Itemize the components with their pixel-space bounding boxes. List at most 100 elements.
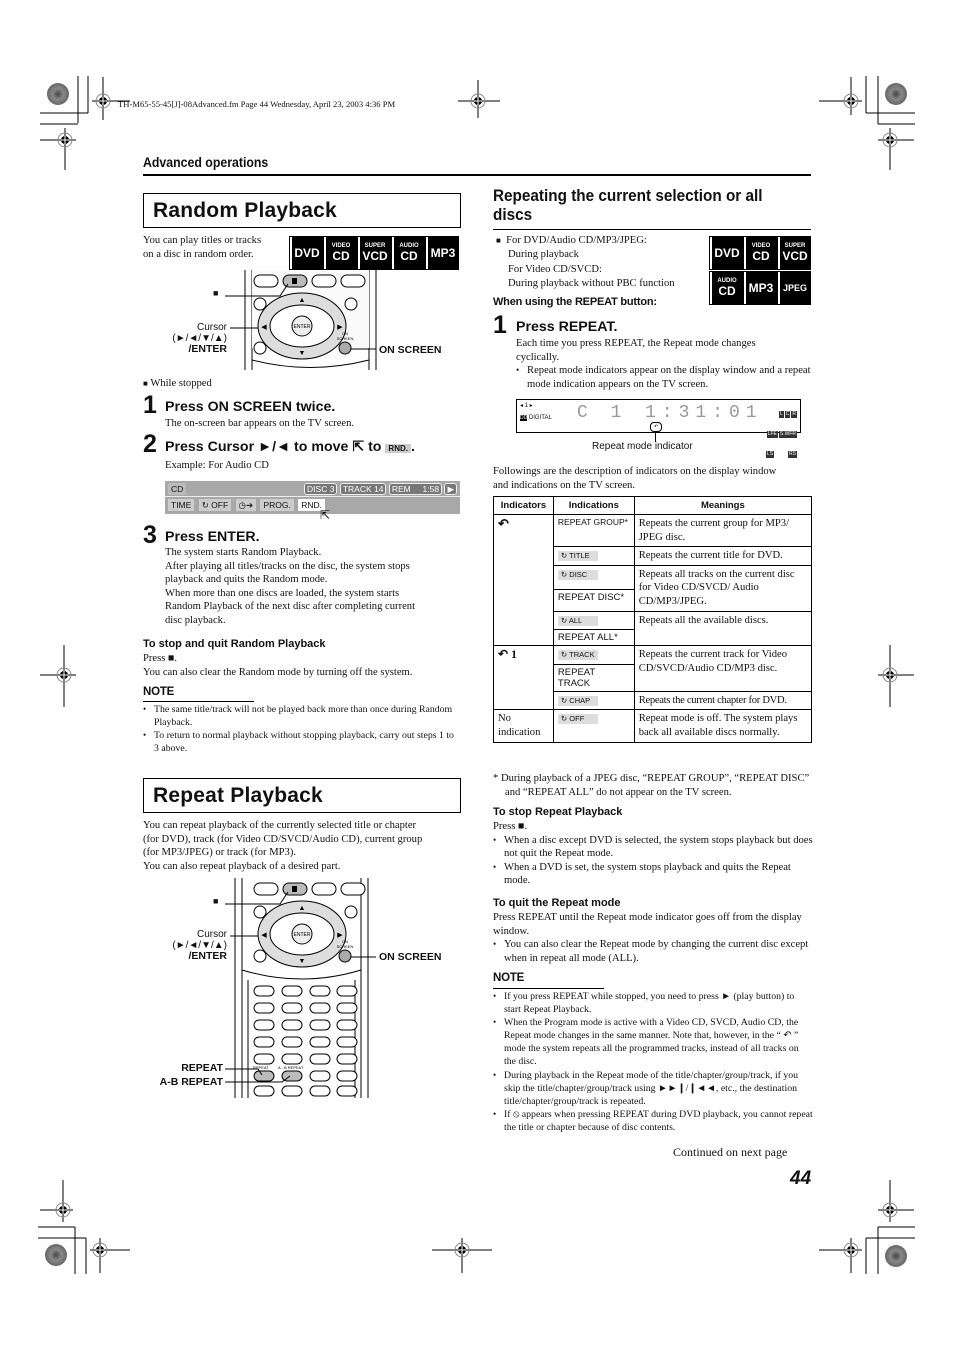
- remote-button: [340, 274, 366, 288]
- indication-cell: ↻ CHAP: [552, 690, 635, 711]
- cursor-pointer-icon: ⇱: [352, 438, 365, 454]
- display-window: ◂ 1 ▸ DD DIGITAL C 1 1:31:01 LCR LFE S.WF…: [516, 399, 801, 458]
- quit-body: Press REPEAT until the Repeat mode indic…: [493, 911, 813, 965]
- indicator-cell: No indication: [493, 709, 554, 743]
- badge-video-cd: VIDEO CD: [743, 236, 777, 270]
- on-screen-callout: ON SCREEN: [379, 344, 442, 356]
- meaning-cell: Repeats the current group for MP3/ JPEG …: [633, 513, 813, 548]
- step-body: The on-screen bar appears on the TV scre…: [165, 418, 355, 429]
- step-number: 2: [143, 430, 157, 458]
- display-group-indicator: ◂ 1 ▸: [520, 403, 533, 409]
- badge-jpeg: JPEG: [777, 271, 811, 305]
- step-body: Each time you press REPEAT, the Repeat m…: [516, 337, 811, 391]
- bullet-item: When a disc except DVD is selected, the …: [493, 834, 813, 861]
- osd-repeat-cell: ↻ OFF: [198, 499, 232, 511]
- repeat-callout: REPEAT: [181, 1062, 223, 1074]
- table-intro: Followings are the description of indica…: [493, 466, 777, 491]
- step-heading: Press ON SCREEN twice.: [165, 399, 336, 415]
- repeat-mode-indicator-icon: ↶: [650, 422, 662, 432]
- when-using-heading: When using the REPEAT button:: [493, 296, 657, 308]
- osd-track: TRACK 14: [339, 483, 387, 495]
- svg-text:◀: ◀: [261, 323, 267, 331]
- indicator-cell: ↶: [493, 513, 554, 647]
- svg-text:▲: ▲: [299, 904, 306, 912]
- on-screen-bar: CD DISC 3 TRACK 14 REM 1:58 ▶ TIME ↻ OFF…: [165, 481, 460, 514]
- indication-cell: ↻ OFF: [552, 709, 635, 743]
- halftone-mark: [45, 1244, 67, 1266]
- repeat-modes-table: Indicators Indications Meanings ↶ REPEAT…: [493, 496, 813, 743]
- note-item: The same title/track will not be played …: [143, 703, 458, 729]
- cursor-callout: Cursor (►/◄/▼/▲) /ENTER: [172, 929, 227, 962]
- random-title-box: Random Playback: [143, 193, 461, 228]
- table-footnote: * During playback of a JPEG disc, “REPEA…: [493, 773, 810, 798]
- ab-repeat-callout: A-B REPEAT: [159, 1076, 223, 1088]
- indication-cell: ↻ TITLE: [552, 546, 635, 566]
- column-header: Meanings: [633, 496, 813, 515]
- note-item: During playback in the Repeat mode of th…: [493, 1069, 813, 1108]
- badge-mp3: MP3: [743, 271, 777, 305]
- osd-prog-cell: PROG.: [260, 499, 294, 511]
- badge-super-vcd: SUPER VCD: [777, 236, 811, 270]
- column-header: Indications: [552, 496, 635, 515]
- svg-text:▲: ▲: [299, 296, 306, 304]
- stop-callout: ■: [213, 896, 219, 906]
- halftone-mark: [47, 83, 69, 105]
- page-number: 44: [790, 1168, 812, 1189]
- meaning-cell: Repeats all tracks on the current disc f…: [633, 564, 813, 612]
- step-body: The system starts Random Playback. After…: [165, 547, 416, 626]
- badge-mp3: MP3: [425, 236, 459, 270]
- meaning-cell: Repeats the current chapter for DVD.: [633, 690, 813, 711]
- note-item: To return to normal playback without sto…: [143, 729, 458, 755]
- stop-callout: ■: [213, 288, 219, 298]
- random-intro: You can play titles or tracks on a disc …: [143, 235, 262, 260]
- indication-cell: ↻ TRACK: [552, 645, 635, 665]
- osd-source: CD: [168, 483, 187, 495]
- note-item: If ⦸ appears when pressing REPEAT during…: [493, 1108, 813, 1134]
- indication-cell: REPEAT GROUP*: [552, 513, 635, 548]
- step-number: 1: [143, 391, 157, 419]
- meaning-cell: Repeats all the available discs.: [633, 610, 813, 647]
- indication-cell: REPEAT TRACK: [552, 663, 635, 692]
- step-heading: Press ENTER.: [165, 529, 260, 545]
- bullet-item: You can also clear the Repeat mode by ch…: [493, 938, 813, 965]
- title-rule: [493, 229, 811, 230]
- note-item: If you press REPEAT while stopped, you n…: [493, 990, 813, 1016]
- svg-text:ENTER: ENTER: [294, 932, 311, 938]
- meaning-cell: Repeat mode is off. The system plays bac…: [633, 709, 813, 743]
- svg-text:▶: ▶: [337, 931, 343, 939]
- step-number: 1: [493, 311, 507, 339]
- on-screen-button: [338, 949, 352, 963]
- halftone-mark: [885, 83, 907, 105]
- column-header: Indicators: [493, 496, 554, 515]
- repeat-notes: If you press REPEAT while stopped, you n…: [493, 990, 813, 1134]
- svg-text:SCREEN: SCREEN: [337, 336, 354, 341]
- osd-disc: DISC 3: [304, 483, 338, 495]
- cursor-callout: Cursor (►/◄/▼/▲) /ENTER: [172, 322, 227, 355]
- speaker-indicators: LCR LFE S.WFR LS RS: [765, 411, 797, 458]
- digital-indicator: DD DIGITAL: [520, 415, 552, 421]
- indication-cell: ↻ ALL: [552, 610, 635, 631]
- repeat-title-box: Repeat Playback: [143, 778, 461, 813]
- note-rule: [493, 988, 604, 989]
- section-header: Advanced operations: [143, 154, 269, 170]
- on-screen-button: [338, 341, 352, 355]
- random-condition: ■ While stopped: [143, 378, 212, 389]
- note-item: When the Program mode is active with a V…: [493, 1016, 813, 1068]
- repeat-stop-heading: To stop Repeat Playback: [493, 806, 623, 818]
- table-row: No indication ↻ OFF Repeat mode is off. …: [493, 709, 813, 743]
- svg-text:SCREEN: SCREEN: [337, 944, 354, 949]
- repeating-conditions: ■ For DVD/Audio CD/MP3/JPEG: During play…: [496, 235, 675, 289]
- table-row: ↶ 1 ↻ TRACK Repeats the current track fo…: [493, 645, 813, 711]
- step-heading: Press REPEAT.: [516, 319, 618, 335]
- remote-button: [340, 882, 366, 896]
- quit-heading: To quit the Repeat mode: [493, 897, 621, 909]
- indication-cell: ↻ DISC: [552, 564, 635, 591]
- meaning-cell: Repeats the current track for Video CD/S…: [633, 645, 813, 692]
- badge-video-cd: VIDEO CD: [323, 236, 357, 270]
- svg-text:▶: ▶: [337, 323, 343, 331]
- repeat-stop-body: Press ■. When a disc except DVD is selec…: [493, 820, 813, 888]
- meaning-cell: Repeats the current title for DVD.: [633, 546, 813, 566]
- display-chapter: C 1: [577, 403, 628, 423]
- random-stop-body: Press ■. You can also clear the Random m…: [143, 653, 413, 678]
- badge-dvd: DVD: [709, 236, 743, 270]
